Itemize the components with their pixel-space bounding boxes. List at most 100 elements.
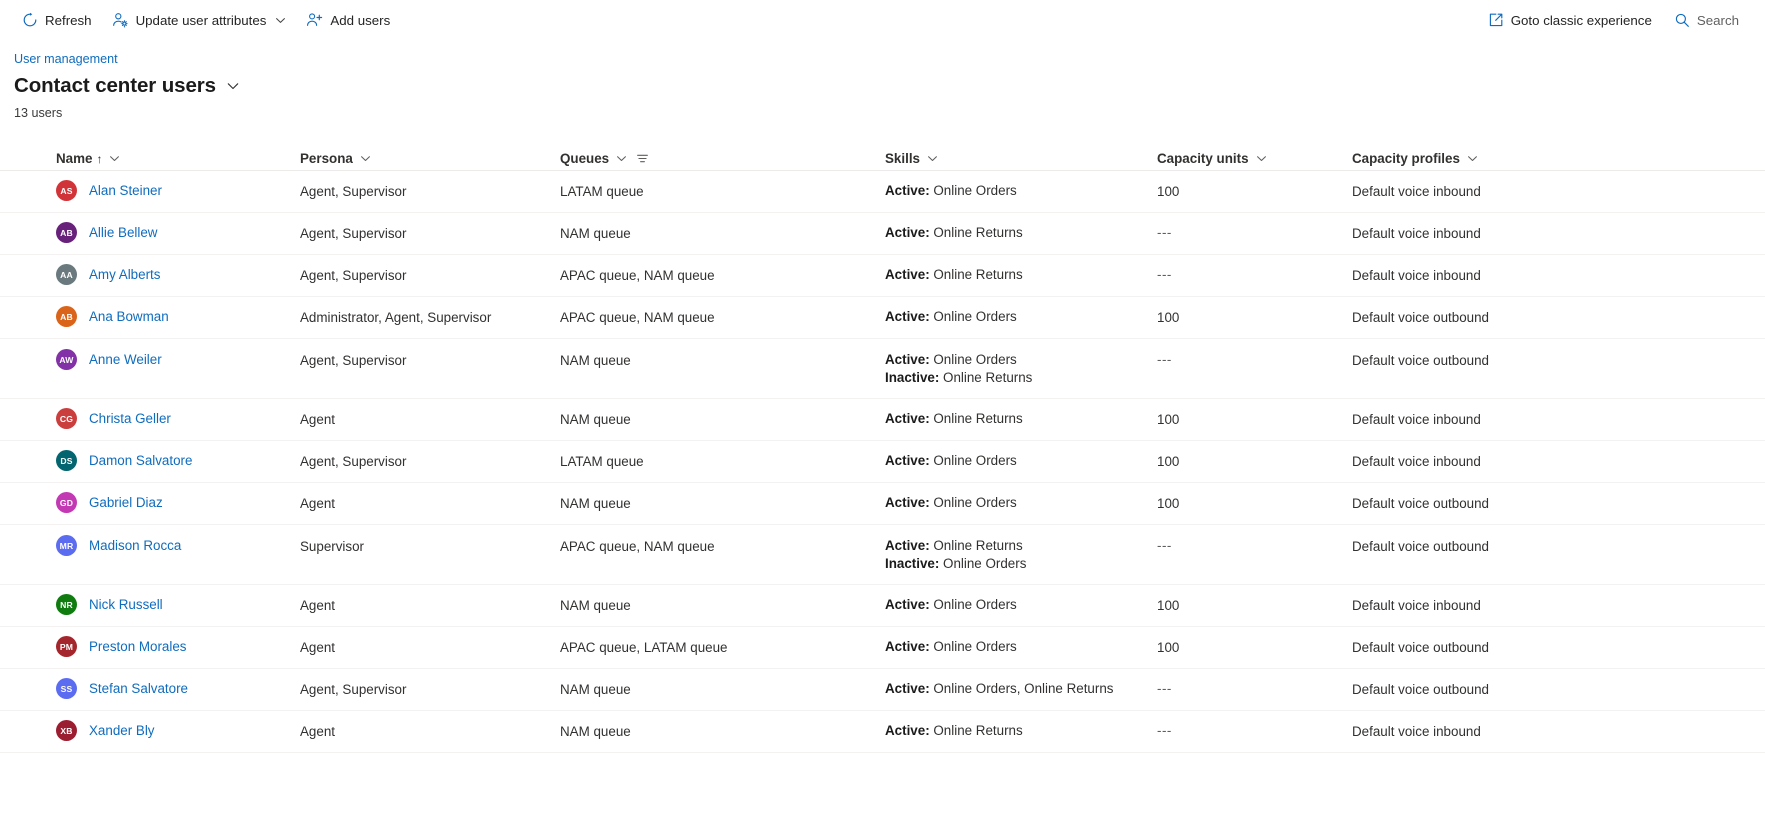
skill-value: Online Orders [929,183,1017,198]
table-row[interactable]: PM Preston Morales Agent APAC queue, LATAM … [0,627,1765,669]
table-row[interactable]: AB Ana Bowman Administrator, Agent, Superv… [0,297,1765,339]
goto-classic-experience-button[interactable]: Goto classic experience [1480,5,1660,35]
page-title-row: Contact center users [14,73,1765,99]
capacity-units-value: --- [1157,538,1172,553]
table-row[interactable]: CG Christa Geller Agent NAM queue Active: On… [0,399,1765,441]
avatar: PM [56,636,77,657]
column-header-persona[interactable]: Persona [300,151,560,166]
user-name-link[interactable]: Ana Bowman [89,308,169,326]
avatar: AS [56,180,77,201]
cell-capacity-units: --- [1157,351,1352,369]
skill-entry: Active: Online Returns [885,722,1157,740]
skill-state-label: Inactive: [885,370,940,385]
table-row[interactable]: MR Madison Rocca Supervisor APAC queue, NAM… [0,525,1765,585]
column-header-queues[interactable]: Queues [560,151,885,166]
cell-capacity-profiles: Default voice inbound [1352,412,1481,427]
skill-value: Online Orders [929,352,1017,367]
user-name-link[interactable]: Madison Rocca [89,537,181,555]
table-row[interactable]: AW Anne Weiler Agent, Supervisor NAM queue A… [0,339,1765,399]
chevron-down-icon[interactable] [927,153,938,164]
avatar: AW [56,349,77,370]
skill-state-label: Active: [885,352,930,367]
skill-state-label: Active: [885,723,930,738]
cell-persona: Agent, Supervisor [300,454,407,469]
cell-persona: Administrator, Agent, Supervisor [300,310,492,325]
avatar: CG [56,408,77,429]
grid-header-row: Name ↑ Persona Queues Skills Capacity units Ca… [0,141,1765,171]
cell-capacity-profiles: Default voice outbound [1352,310,1489,325]
skill-entry: Active: Online Orders [885,351,1157,369]
command-bar-left-group: Refresh Update user attributes Add users [14,5,398,35]
table-row[interactable]: GD Gabriel Diaz Agent NAM queue Active: Onli… [0,483,1765,525]
user-count: 13 users [14,106,63,120]
cell-queues: APAC queue, NAM queue [560,310,715,325]
update-user-attributes-button[interactable]: Update user attributes [104,5,295,35]
user-name-link[interactable]: Anne Weiler [89,351,162,369]
add-users-button[interactable]: Add users [298,5,398,35]
user-name-link[interactable]: Alan Steiner [89,182,162,200]
skill-entry: Active: Online Orders, Online Returns [885,680,1157,698]
chevron-down-icon[interactable] [1467,153,1478,164]
column-header-capacity-units[interactable]: Capacity units [1157,151,1352,166]
user-name-link[interactable]: Christa Geller [89,410,171,428]
user-name-link[interactable]: Nick Russell [89,596,163,614]
table-row[interactable]: AB Allie Bellew Agent, Supervisor NAM queue… [0,213,1765,255]
skill-entry: Active: Online Returns [885,266,1157,284]
avatar: NR [56,594,77,615]
breadcrumb[interactable]: User management [14,51,118,68]
cell-name: GD Gabriel Diaz [0,492,300,513]
user-identity: AA Amy Alberts [56,264,300,285]
cell-skills: Active: Online Returns [885,224,1157,242]
chevron-down-icon[interactable] [616,153,627,164]
filter-icon[interactable] [636,152,649,165]
table-row[interactable]: SS Stefan Salvatore Agent, Supervisor NAM q… [0,669,1765,711]
user-name-link[interactable]: Xander Bly [89,722,155,740]
skill-entry: Active: Online Orders [885,638,1157,656]
column-header-capacity-profiles[interactable]: Capacity profiles [1352,151,1682,166]
user-name-link[interactable]: Stefan Salvatore [89,680,188,698]
table-row[interactable]: AS Alan Steiner Agent, Supervisor LATAM que… [0,171,1765,213]
skill-entry: Active: Online Orders [885,182,1157,200]
chevron-down-icon[interactable] [109,153,120,164]
cell-skills: Active: Online Returns [885,410,1157,428]
user-name-link[interactable]: Allie Bellew [89,224,157,242]
cell-persona: Supervisor [300,539,365,554]
chevron-down-icon[interactable] [1256,153,1267,164]
avatar: AB [56,222,77,243]
sort-ascending-icon: ↑ [96,151,103,166]
cell-persona: Agent [300,640,335,655]
search-icon [1674,12,1690,28]
skill-entry: Active: Online Returns [885,224,1157,242]
avatar: DS [56,450,77,471]
skill-state-label: Active: [885,639,930,654]
user-name-link[interactable]: Damon Salvatore [89,452,192,470]
chevron-down-icon[interactable] [226,79,240,93]
cell-capacity-profiles: Default voice outbound [1352,682,1489,697]
user-identity: NR Nick Russell [56,594,300,615]
capacity-units-value: --- [1157,225,1172,240]
skill-value: Online Orders [929,309,1017,324]
user-identity: AW Anne Weiler [56,349,300,370]
skill-state-label: Active: [885,597,930,612]
refresh-button[interactable]: Refresh [14,5,100,35]
table-row[interactable]: AA Amy Alberts Agent, Supervisor APAC queue… [0,255,1765,297]
cell-name: MR Madison Rocca [0,535,300,556]
cell-capacity-units: 100 [1157,410,1352,429]
column-header-skills[interactable]: Skills [885,151,1157,166]
chevron-down-icon[interactable] [360,153,371,164]
user-name-link[interactable]: Amy Alberts [89,266,160,284]
capacity-units-value: 100 [1157,412,1180,427]
cell-capacity-profiles: Default voice inbound [1352,598,1481,613]
column-header-name[interactable]: Name ↑ [0,151,300,166]
table-row[interactable]: XB Xander Bly Agent NAM queue Active: Online… [0,711,1765,753]
user-name-link[interactable]: Gabriel Diaz [89,494,163,512]
search-button[interactable]: Search [1666,5,1747,35]
cell-skills: Active: Online Orders [885,494,1157,512]
skill-value: Online Orders [929,639,1017,654]
chevron-down-icon[interactable] [275,15,286,26]
cell-capacity-profiles: Default voice inbound [1352,184,1481,199]
table-row[interactable]: NR Nick Russell Agent NAM queue Active: Onli… [0,585,1765,627]
avatar: GD [56,492,77,513]
user-name-link[interactable]: Preston Morales [89,638,187,656]
table-row[interactable]: DS Damon Salvatore Agent, Supervisor LATAM … [0,441,1765,483]
